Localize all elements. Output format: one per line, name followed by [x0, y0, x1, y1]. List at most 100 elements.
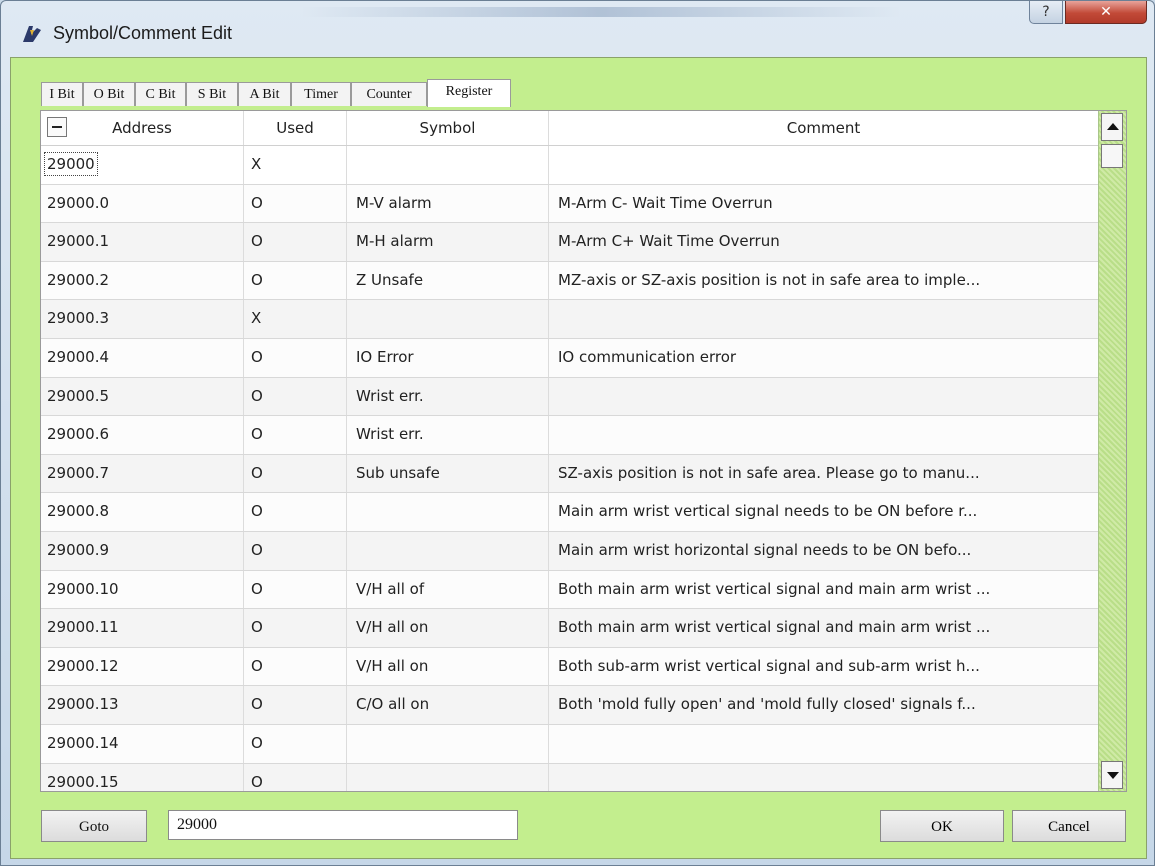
- used-cell[interactable]: O: [244, 570, 347, 609]
- comment-cell[interactable]: MZ-axis or SZ-axis position is not in sa…: [549, 262, 1098, 300]
- title-bar[interactable]: Symbol/Comment Edit ? ✕: [1, 1, 1154, 57]
- address-cell[interactable]: 29000.8: [41, 493, 244, 531]
- address-cell[interactable]: 29000.11: [41, 609, 244, 647]
- comment-cell[interactable]: Both main arm wrist vertical signal and …: [549, 571, 1098, 609]
- help-button[interactable]: ?: [1029, 1, 1063, 24]
- scroll-thumb[interactable]: [1101, 144, 1123, 168]
- tab-a-bit[interactable]: A Bit: [238, 82, 291, 106]
- table-row[interactable]: 29000.8 O Main arm wrist vertical signal…: [41, 493, 1098, 532]
- used-cell[interactable]: O: [244, 454, 347, 493]
- scroll-down-arrow-icon[interactable]: [1101, 761, 1123, 789]
- comment-cell[interactable]: IO communication error: [549, 339, 1098, 377]
- header-symbol[interactable]: Symbol: [347, 111, 549, 145]
- used-cell[interactable]: X: [244, 146, 347, 184]
- comment-cell[interactable]: Both main arm wrist vertical signal and …: [549, 609, 1098, 647]
- comment-cell[interactable]: M-Arm C+ Wait Time Overrun: [549, 223, 1098, 261]
- used-cell[interactable]: O: [244, 377, 347, 416]
- address-cell[interactable]: 29000.15: [41, 763, 244, 791]
- header-address-cell[interactable]: Address: [41, 111, 244, 145]
- used-cell[interactable]: O: [244, 531, 347, 570]
- table-row[interactable]: 29000.6 O Wrist err.: [41, 416, 1098, 455]
- comment-cell[interactable]: M-Arm C- Wait Time Overrun: [549, 185, 1098, 223]
- collapse-icon[interactable]: [47, 117, 67, 137]
- cancel-button[interactable]: Cancel: [1012, 810, 1126, 842]
- address-cell[interactable]: 29000.5: [41, 377, 244, 416]
- table-row[interactable]: 29000.14 O: [41, 724, 1098, 764]
- symbol-cell[interactable]: [347, 763, 549, 791]
- table-row[interactable]: 29000 X: [41, 146, 1098, 185]
- table-row[interactable]: 29000.15 O: [41, 763, 1098, 792]
- address-cell[interactable]: 29000.3: [41, 300, 244, 338]
- symbol-cell[interactable]: [347, 531, 549, 570]
- comment-cell[interactable]: [549, 378, 1098, 416]
- tab-c-bit[interactable]: C Bit: [135, 82, 186, 106]
- symbol-cell[interactable]: Wrist err.: [347, 416, 549, 454]
- header-used[interactable]: Used: [244, 111, 347, 145]
- tab-i-bit[interactable]: I Bit: [41, 82, 83, 106]
- table-row[interactable]: 29000.1 O M-H alarm M-Arm C+ Wait Time O…: [41, 223, 1098, 262]
- symbol-cell[interactable]: M-V alarm: [347, 184, 549, 223]
- table-row[interactable]: 29000.13 O C/O all on Both 'mold fully o…: [41, 686, 1098, 725]
- address-cell[interactable]: 29000.1: [41, 223, 244, 261]
- comment-cell[interactable]: Both 'mold fully open' and 'mold fully c…: [549, 686, 1098, 724]
- tab-counter[interactable]: Counter: [351, 82, 427, 106]
- tab-register[interactable]: Register: [427, 79, 511, 107]
- table-row[interactable]: 29000.11 O V/H all on Both main arm wris…: [41, 609, 1098, 648]
- comment-cell[interactable]: [549, 146, 1098, 184]
- symbol-cell[interactable]: Wrist err.: [347, 377, 549, 416]
- table-row[interactable]: 29000.7 O Sub unsafe SZ-axis position is…: [41, 454, 1098, 494]
- comment-cell[interactable]: Main arm wrist vertical signal needs to …: [549, 493, 1098, 531]
- used-cell[interactable]: O: [244, 261, 347, 300]
- used-cell[interactable]: O: [244, 647, 347, 686]
- close-button[interactable]: ✕: [1065, 1, 1147, 24]
- symbol-cell[interactable]: V/H all of: [347, 570, 549, 609]
- comment-cell[interactable]: [549, 416, 1098, 454]
- address-cell[interactable]: 29000.0: [41, 184, 244, 223]
- table-row[interactable]: 29000.0 O M-V alarm M-Arm C- Wait Time O…: [41, 184, 1098, 224]
- symbol-cell[interactable]: [347, 300, 549, 338]
- address-cell[interactable]: 29000.2: [41, 261, 244, 300]
- used-cell[interactable]: O: [244, 223, 347, 261]
- used-cell[interactable]: O: [244, 493, 347, 531]
- symbol-cell[interactable]: V/H all on: [347, 647, 549, 686]
- table-row[interactable]: 29000.4 O IO Error IO communication erro…: [41, 338, 1098, 378]
- symbol-cell[interactable]: IO Error: [347, 338, 549, 377]
- used-cell[interactable]: O: [244, 338, 347, 377]
- table-row[interactable]: 29000.3 X: [41, 300, 1098, 339]
- address-cell[interactable]: 29000.7: [41, 454, 244, 493]
- table-row[interactable]: 29000.10 O V/H all of Both main arm wris…: [41, 570, 1098, 610]
- goto-address-input[interactable]: 29000: [168, 810, 518, 840]
- comment-cell[interactable]: [549, 764, 1098, 792]
- tab-o-bit[interactable]: O Bit: [83, 82, 135, 106]
- scroll-up-arrow-icon[interactable]: [1101, 113, 1123, 141]
- used-cell[interactable]: O: [244, 184, 347, 223]
- symbol-cell[interactable]: V/H all on: [347, 609, 549, 647]
- comment-cell[interactable]: Main arm wrist horizontal signal needs t…: [549, 532, 1098, 570]
- table-row[interactable]: 29000.5 O Wrist err.: [41, 377, 1098, 417]
- used-cell[interactable]: O: [244, 724, 347, 763]
- address-cell[interactable]: 29000.9: [41, 531, 244, 570]
- used-cell[interactable]: O: [244, 609, 347, 647]
- symbol-cell[interactable]: [347, 146, 549, 184]
- comment-cell[interactable]: SZ-axis position is not in safe area. Pl…: [549, 455, 1098, 493]
- symbol-cell[interactable]: Sub unsafe: [347, 454, 549, 493]
- symbol-cell[interactable]: [347, 493, 549, 531]
- address-cell[interactable]: 29000.4: [41, 338, 244, 377]
- address-cell[interactable]: 29000.14: [41, 724, 244, 763]
- comment-cell[interactable]: Both sub-arm wrist vertical signal and s…: [549, 648, 1098, 686]
- tab-timer[interactable]: Timer: [291, 82, 351, 106]
- address-cell[interactable]: 29000: [41, 146, 244, 184]
- table-row[interactable]: 29000.2 O Z Unsafe MZ-axis or SZ-axis po…: [41, 261, 1098, 301]
- ok-button[interactable]: OK: [880, 810, 1004, 842]
- address-cell[interactable]: 29000.6: [41, 416, 244, 454]
- symbol-cell[interactable]: C/O all on: [347, 686, 549, 724]
- table-row[interactable]: 29000.12 O V/H all on Both sub-arm wrist…: [41, 647, 1098, 687]
- address-cell[interactable]: 29000.13: [41, 686, 244, 724]
- header-comment[interactable]: Comment: [549, 111, 1098, 145]
- used-cell[interactable]: O: [244, 763, 347, 791]
- symbol-cell[interactable]: M-H alarm: [347, 223, 549, 261]
- vertical-scrollbar[interactable]: [1098, 111, 1126, 791]
- symbol-cell[interactable]: Z Unsafe: [347, 261, 549, 300]
- goto-button[interactable]: Goto: [41, 810, 147, 842]
- tab-s-bit[interactable]: S Bit: [186, 82, 238, 106]
